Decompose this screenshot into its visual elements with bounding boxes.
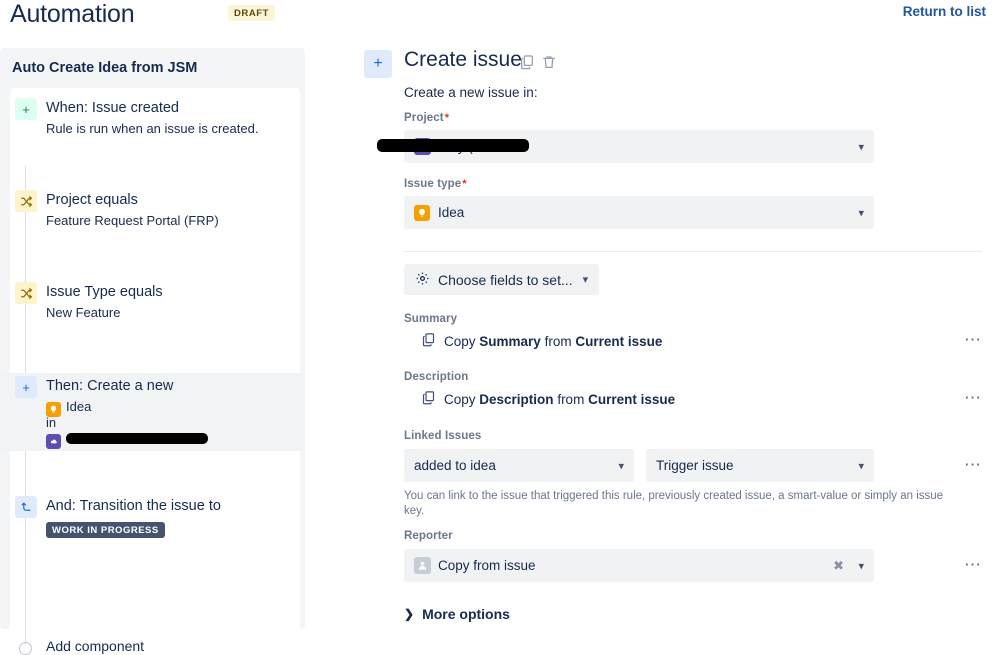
- required-asterisk: *: [444, 112, 450, 124]
- redacted-project-value: [377, 139, 529, 152]
- panel-intro-text: Create a new issue in:: [404, 85, 538, 100]
- plus-icon: +: [15, 376, 37, 398]
- issue-type-value: Idea: [438, 205, 465, 220]
- choose-fields-label: Choose fields to set...: [438, 271, 573, 288]
- status-badge-draft: DRAFT: [228, 5, 275, 21]
- copy-icon: [421, 332, 436, 350]
- step-subtitle: New Feature: [46, 305, 121, 320]
- copy-prefix: Copy: [444, 391, 476, 407]
- section-divider: [404, 251, 982, 252]
- step-project: [46, 430, 208, 449]
- more-options-toggle[interactable]: ❯ More options: [404, 606, 510, 622]
- project-field-group: Project* very (OU ▾: [377, 112, 874, 163]
- chevron-down-icon[interactable]: ▾: [618, 459, 624, 472]
- circle-icon: [19, 642, 32, 655]
- chevron-down-icon[interactable]: ▾: [583, 273, 589, 286]
- copy-icon[interactable]: [519, 54, 535, 75]
- reporter-value: Copy from issue: [438, 558, 536, 573]
- more-options-label: More options: [422, 606, 510, 622]
- sidebar-step-issue-type-equals[interactable]: Issue Type equals New Feature: [0, 282, 305, 334]
- link-target-value: Trigger issue: [656, 458, 734, 473]
- sidebar-step-when-issue-created[interactable]: + When: Issue created Rule is run when a…: [0, 98, 305, 154]
- reporter-field-group: Reporter Copy from issue ✖ ▾ ⋯: [404, 530, 982, 582]
- step-title: Then: Create a new: [46, 378, 174, 394]
- copy-prefix: Copy: [444, 333, 476, 349]
- step-issue-type-label: Idea: [66, 399, 92, 414]
- step-title: And: Transition the issue to: [46, 498, 221, 514]
- description-value-row[interactable]: Copy Description from Current issue ⋯: [404, 389, 982, 408]
- description-label: Description: [404, 371, 469, 383]
- step-title: When: Issue created: [46, 100, 179, 116]
- step-title: Project equals: [46, 192, 138, 208]
- condition-branch-icon: [15, 190, 37, 212]
- panel-title: Create issue: [404, 48, 522, 71]
- chevron-down-icon[interactable]: ▾: [858, 140, 864, 153]
- step-subtitle: Rule is run when an issue is created.: [46, 121, 259, 136]
- description-field-group: Description Copy Description from Curren…: [404, 371, 982, 408]
- copy-field-name: Description: [479, 391, 554, 407]
- return-to-list-link[interactable]: Return to list: [903, 4, 986, 19]
- rule-name: Auto Create Idea from JSM: [12, 60, 198, 76]
- issue-type-select[interactable]: Idea ▾: [404, 196, 874, 229]
- condition-branch-icon: [15, 282, 37, 304]
- chevron-down-icon[interactable]: ▾: [858, 459, 864, 472]
- linked-issues-field-group: Linked Issues added to idea ▾ Trigger is…: [404, 430, 982, 519]
- idea-icon: [414, 204, 430, 221]
- summary-field-group: Summary Copy Summary from Current issue …: [404, 313, 982, 350]
- required-asterisk: *: [462, 178, 467, 190]
- plus-icon: +: [364, 50, 392, 78]
- reporter-select[interactable]: Copy from issue ✖ ▾: [404, 549, 874, 582]
- plus-icon: +: [15, 98, 37, 120]
- summary-value-row[interactable]: Copy Summary from Current issue ⋯: [404, 331, 982, 350]
- project-label: Project*: [404, 112, 450, 124]
- avatar: [414, 557, 431, 574]
- top-bar: Automation DRAFT Return to list: [0, 0, 998, 40]
- description-more-actions-button[interactable]: ⋯: [964, 389, 982, 406]
- copy-middle: from: [557, 391, 585, 407]
- project-avatar-icon: [46, 434, 61, 449]
- step-subtitle: Feature Request Portal (FRP): [46, 213, 219, 228]
- gear-icon: [415, 271, 430, 289]
- reporter-label: Reporter: [404, 530, 453, 542]
- transition-arrow-icon: [15, 496, 37, 518]
- sidebar-step-project-equals[interactable]: Project equals Feature Request Portal (F…: [0, 190, 305, 242]
- project-select[interactable]: very (OU ▾: [377, 130, 874, 163]
- redacted-project-name: [66, 433, 208, 444]
- summary-more-actions-button[interactable]: ⋯: [964, 331, 982, 348]
- choose-fields-button[interactable]: Choose fields to set... ▾: [404, 264, 600, 295]
- step-title: Issue Type equals: [46, 284, 163, 300]
- chevron-down-icon[interactable]: ▾: [858, 206, 864, 219]
- rule-steps-card: [10, 88, 300, 638]
- copy-middle: from: [544, 333, 572, 349]
- link-type-value: added to idea: [414, 458, 496, 473]
- sidebar-step-then-create-a-new[interactable]: + Then: Create a new Idea in: [0, 373, 305, 451]
- chevron-down-icon[interactable]: ▾: [858, 559, 864, 572]
- copy-source: Current issue: [575, 333, 663, 349]
- reporter-more-actions-button[interactable]: ⋯: [964, 556, 982, 573]
- clear-icon[interactable]: ✖: [833, 558, 844, 574]
- copy-source: Current issue: [588, 391, 676, 407]
- link-target-select[interactable]: Trigger issue ▾: [646, 449, 874, 482]
- chevron-right-icon: ❯: [404, 607, 415, 621]
- rule-sidebar: Auto Create Idea from JSM + When: Issue …: [0, 48, 305, 655]
- add-component-label: Add component: [46, 638, 145, 654]
- panel-title-actions: [519, 54, 557, 75]
- trash-icon[interactable]: [541, 54, 557, 75]
- issue-type-label: Issue type*: [404, 178, 467, 190]
- linked-issues-label: Linked Issues: [404, 430, 482, 442]
- issue-type-field-group: Issue type* Idea ▾: [404, 178, 874, 229]
- status-badge-work-in-progress: WORK IN PROGRESS: [46, 522, 165, 538]
- reporter-controls: Copy from issue ✖ ▾ ⋯: [404, 549, 982, 582]
- page-title: Automation: [10, 0, 135, 28]
- link-type-select[interactable]: added to idea ▾: [404, 449, 634, 482]
- copy-field-name: Summary: [479, 333, 541, 349]
- linked-issues-controls: added to idea ▾ Trigger issue ▾ ⋯: [404, 449, 982, 482]
- linked-issues-help-text: You can link to the issue that triggered…: [404, 490, 944, 517]
- sidebar-step-transition-issue[interactable]: And: Transition the issue to WORK IN PRO…: [0, 496, 305, 552]
- linked-issues-more-actions-button[interactable]: ⋯: [964, 456, 982, 473]
- copy-icon: [421, 390, 436, 408]
- summary-label: Summary: [404, 313, 458, 325]
